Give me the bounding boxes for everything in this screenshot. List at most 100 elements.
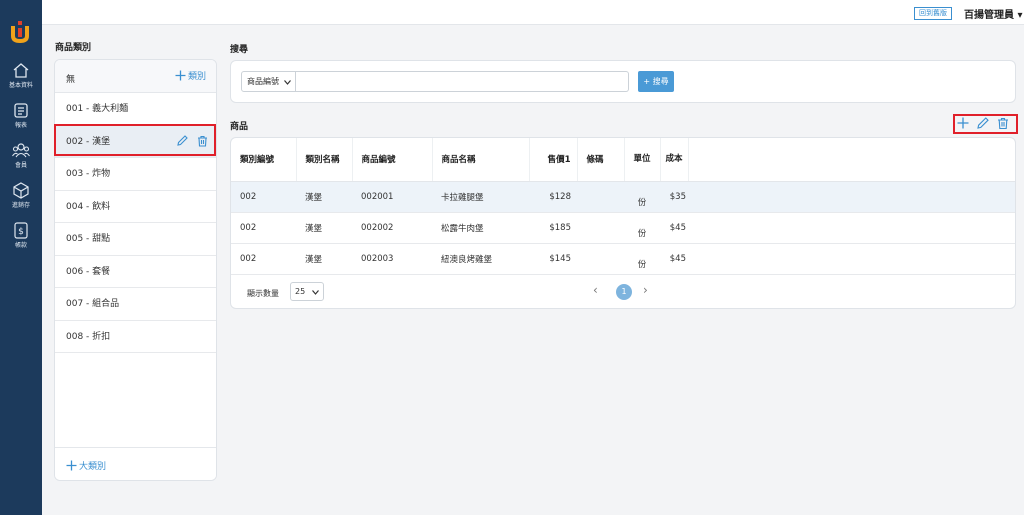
category-footer: 大類別 bbox=[55, 447, 216, 480]
sidebar-item-inventory[interactable]: 進銷存 bbox=[0, 182, 42, 220]
cell-cost: $45 bbox=[660, 212, 688, 244]
column-header[interactable]: 售價1 bbox=[529, 138, 578, 182]
cell-product-no: 002002 bbox=[352, 212, 432, 244]
table-row[interactable]: 002 漢堡 002001 卡拉雞腿堡 $128 份 $35 bbox=[231, 181, 1015, 213]
add-major-category-button[interactable]: 大類別 bbox=[66, 459, 106, 472]
column-header[interactable]: 條碼 bbox=[577, 138, 625, 182]
table-row[interactable]: 002 漢堡 002003 紐澳良烤雞堡 $145 份 $45 bbox=[231, 243, 1015, 275]
page-size-value: 25 bbox=[295, 287, 306, 296]
cell-product-no: 002003 bbox=[352, 243, 432, 275]
cell-barcode bbox=[577, 212, 624, 244]
chevron-down-icon bbox=[312, 290, 319, 295]
table-row[interactable]: 002 漢堡 002002 松露牛肉堡 $185 份 $45 bbox=[231, 212, 1015, 244]
category-item-label: 001 - 義大利麵 bbox=[66, 104, 129, 114]
chevron-down-icon bbox=[284, 80, 291, 85]
highlight-box-selected-category bbox=[54, 124, 216, 156]
pagination: 顯示數量 25 ‹ 1 › bbox=[231, 275, 1015, 308]
category-item[interactable]: 005 - 甜點 bbox=[55, 223, 216, 256]
column-header[interactable]: 類別名稱 bbox=[296, 138, 353, 182]
report-icon bbox=[14, 103, 28, 118]
cell-product-name: 紐澳良烤雞堡 bbox=[432, 243, 529, 275]
sidebar-item-label: 報表 bbox=[14, 122, 27, 129]
category-item-label: 004 - 飲料 bbox=[66, 201, 111, 212]
cell-category-name: 漢堡 bbox=[296, 181, 352, 213]
cell-category-name: 漢堡 bbox=[296, 212, 352, 244]
back-to-old-version-button[interactable]: 回到舊版 bbox=[914, 7, 952, 20]
cell-category-no: 002 bbox=[231, 181, 296, 213]
add-plus-icon[interactable] bbox=[957, 117, 969, 129]
next-page-icon[interactable]: › bbox=[643, 283, 648, 297]
column-header[interactable]: 成本 bbox=[660, 138, 689, 182]
column-header[interactable]: 商品編號 bbox=[352, 138, 433, 182]
category-header: 無 類別 bbox=[55, 60, 216, 93]
category-item-label: 005 - 甜點 bbox=[66, 234, 111, 244]
add-category-label: 類別 bbox=[187, 72, 206, 82]
category-item-label: 008 - 折扣 bbox=[66, 331, 111, 342]
search-panel: 商品編號 + 搜尋 bbox=[230, 60, 1016, 103]
brand-logo bbox=[11, 21, 29, 44]
cell-product-name: 卡拉雞腿堡 bbox=[432, 181, 529, 213]
category-section-title: 商品類別 bbox=[55, 43, 92, 53]
sidebar-item-label: 進銷存 bbox=[11, 202, 30, 209]
category-item[interactable]: 004 - 飲料 bbox=[55, 191, 216, 223]
sidebar-item-label: 基本資料 bbox=[8, 82, 33, 89]
current-page-button[interactable]: 1 bbox=[616, 284, 632, 300]
sidebar-item-accounts[interactable]: $ 帳款 bbox=[0, 222, 42, 260]
members-icon bbox=[12, 143, 30, 158]
dollar-icon: $ bbox=[14, 222, 28, 239]
cell-filler bbox=[688, 181, 1015, 213]
category-item[interactable]: 001 - 義大利麵 bbox=[55, 93, 216, 126]
sidebar-item-report[interactable]: 報表 bbox=[0, 102, 42, 140]
column-header[interactable]: 商品名稱 bbox=[432, 138, 530, 182]
search-section-title: 搜尋 bbox=[230, 45, 249, 55]
sidebar-item-members[interactable]: 會員 bbox=[0, 142, 42, 180]
product-table-panel: 類別編號 類別名稱 商品編號 商品名稱 售價1 條碼 單位 成本 002 漢堡 … bbox=[230, 137, 1016, 309]
cell-unit: 份 bbox=[624, 243, 660, 275]
sidebar-item-label: 會員 bbox=[14, 162, 27, 169]
plus-icon bbox=[175, 70, 186, 81]
cell-filler bbox=[688, 243, 1015, 275]
add-major-category-label: 大類別 bbox=[79, 462, 107, 472]
search-input[interactable] bbox=[296, 71, 629, 92]
page-size-label: 顯示數量 bbox=[247, 289, 279, 298]
sidebar-item-label: 帳款 bbox=[14, 242, 27, 249]
cell-price: $145 bbox=[529, 243, 577, 275]
column-header-filler bbox=[688, 138, 1015, 182]
category-item-label: 003 - 炸物 bbox=[66, 169, 111, 179]
cell-filler bbox=[688, 212, 1015, 244]
svg-text:$: $ bbox=[18, 227, 24, 237]
category-item[interactable]: 006 - 套餐 bbox=[55, 256, 216, 288]
category-panel: 無 類別 001 - 義大利麵 002 - 漢堡 003 - 炸物 004 - … bbox=[54, 59, 217, 481]
sidebar: 基本資料 報表 會員 進銷存 $ 帳款 bbox=[0, 0, 42, 515]
cell-unit: 份 bbox=[624, 181, 660, 213]
search-field-select-value: 商品編號 bbox=[247, 77, 279, 86]
user-menu[interactable]: 百揚管理員 ▾ bbox=[964, 6, 1023, 21]
column-header[interactable]: 類別編號 bbox=[231, 138, 297, 182]
delete-trash-icon[interactable] bbox=[997, 117, 1009, 129]
cell-price: $128 bbox=[529, 181, 577, 213]
column-header[interactable]: 單位 bbox=[624, 138, 661, 182]
product-table: 類別編號 類別名稱 商品編號 商品名稱 售價1 條碼 單位 成本 002 漢堡 … bbox=[231, 138, 1015, 275]
category-item-label: 007 - 組合品 bbox=[66, 299, 120, 309]
category-item[interactable]: 007 - 組合品 bbox=[55, 288, 216, 321]
cell-category-no: 002 bbox=[231, 243, 296, 275]
category-item[interactable]: 003 - 炸物 bbox=[55, 158, 216, 191]
cell-barcode bbox=[577, 243, 624, 275]
cell-category-name: 漢堡 bbox=[296, 243, 352, 275]
cell-price: $185 bbox=[529, 212, 577, 244]
search-field-select[interactable]: 商品編號 bbox=[241, 71, 296, 92]
product-section-title: 商品 bbox=[230, 122, 249, 132]
top-bar: 回到舊版 百揚管理員 ▾ bbox=[42, 0, 1024, 25]
table-header-row: 類別編號 類別名稱 商品編號 商品名稱 售價1 條碼 單位 成本 bbox=[231, 138, 1015, 182]
previous-page-icon[interactable]: ‹ bbox=[593, 283, 598, 297]
edit-pencil-icon[interactable] bbox=[977, 117, 989, 129]
cell-product-name: 松露牛肉堡 bbox=[432, 212, 529, 244]
category-item[interactable]: 008 - 折扣 bbox=[55, 321, 216, 353]
plus-icon bbox=[66, 460, 77, 471]
page-size-select[interactable]: 25 bbox=[290, 282, 324, 301]
home-icon bbox=[13, 63, 29, 78]
sidebar-item-basic-data[interactable]: 基本資料 bbox=[0, 62, 42, 100]
add-category-button[interactable]: 類別 bbox=[175, 69, 206, 82]
search-button[interactable]: + 搜尋 bbox=[638, 71, 674, 92]
cell-product-no: 002001 bbox=[352, 181, 432, 213]
